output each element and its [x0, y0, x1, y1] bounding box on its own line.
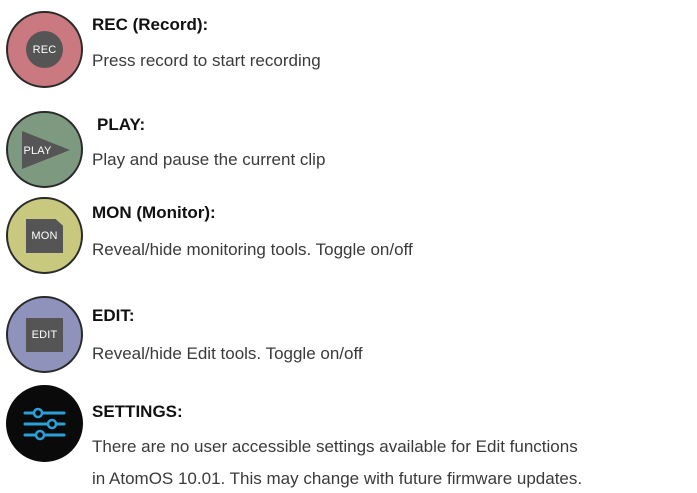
- play-button-label: PLAY: [23, 144, 52, 157]
- rec-title: REC (Record):: [92, 15, 209, 34]
- monitor-button-label: MON: [26, 219, 63, 253]
- settings-description: There are no user accessible settings av…: [92, 431, 582, 493]
- edit-button-label: EDIT: [26, 318, 63, 352]
- settings-title: SETTINGS:: [92, 402, 183, 421]
- sliders-icon: [23, 407, 66, 441]
- edit-title: EDIT:: [92, 306, 135, 325]
- rec-description: Press record to start recording: [92, 51, 321, 70]
- settings-description-line-2: in AtomOS 10.01. This may change with fu…: [92, 469, 583, 488]
- play-description: Play and pause the current clip: [92, 150, 326, 169]
- play-button-icon: PLAY: [6, 111, 83, 188]
- record-button-label: REC: [26, 31, 63, 68]
- play-title: PLAY:: [97, 115, 146, 134]
- mon-title: MON (Monitor):: [92, 203, 216, 222]
- monitor-button-icon: MON: [6, 197, 83, 274]
- settings-sliders-icon: [6, 385, 83, 462]
- settings-description-line-1: There are no user accessible settings av…: [92, 437, 578, 456]
- edit-button-icon: EDIT: [6, 296, 83, 373]
- edit-description: Reveal/hide Edit tools. Toggle on/off: [92, 344, 363, 363]
- mon-description: Reveal/hide monitoring tools. Toggle on/…: [92, 240, 413, 259]
- record-button-icon: REC: [6, 11, 83, 88]
